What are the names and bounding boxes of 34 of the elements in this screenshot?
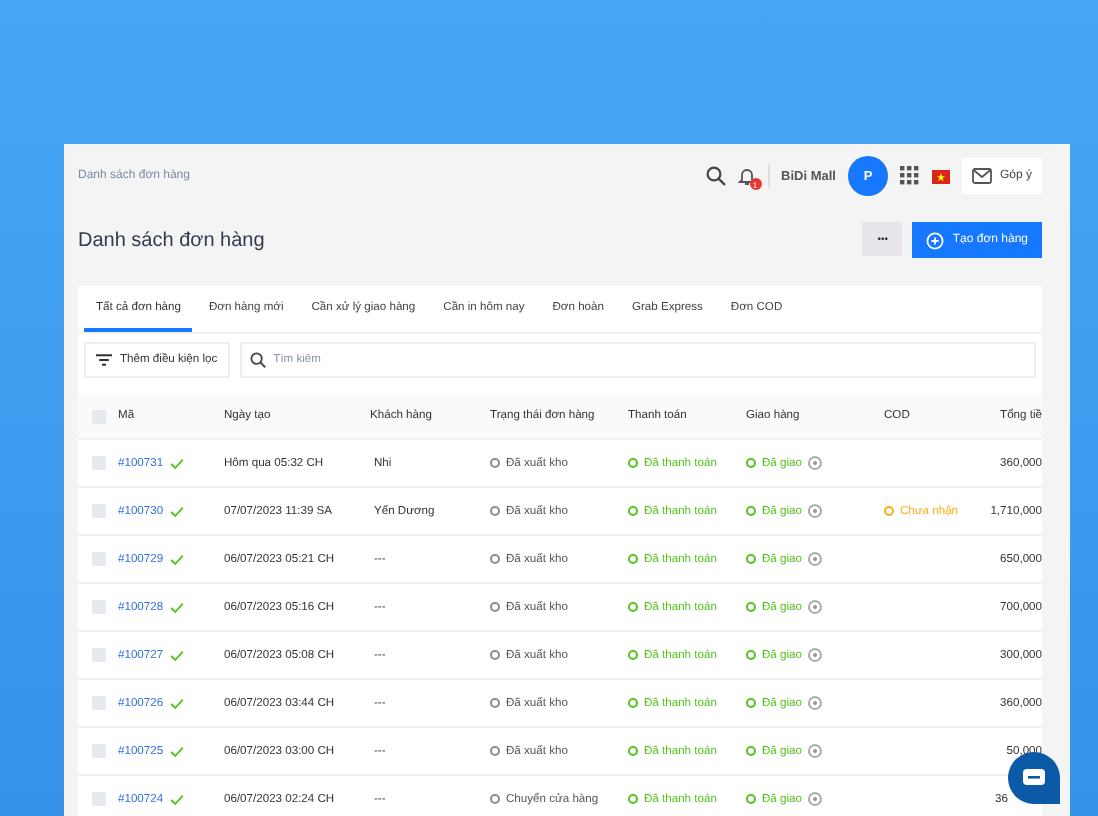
apps-grid-icon [899,166,920,186]
checkbox[interactable] [91,792,105,806]
mail-icon [971,168,992,184]
chat-icon [1022,768,1046,788]
check-icon [169,505,184,517]
info-icon [807,744,822,758]
checkbox[interactable] [91,744,105,758]
info-icon [807,600,822,614]
checkbox[interactable] [91,552,105,566]
check-icon [169,553,184,565]
info-icon [807,792,822,806]
check-icon [169,745,184,757]
check-icon [169,601,184,613]
info-icon [807,648,822,662]
page-title: Danh sách đơn hàng [78,229,265,251]
flag-icon [931,169,950,183]
check-icon [169,649,184,661]
check-icon [169,457,184,469]
info-icon [807,456,822,470]
bell-icon [737,166,756,186]
info-icon [807,552,822,566]
checkbox[interactable] [91,600,105,614]
checkbox[interactable] [91,648,105,662]
filter-icon [96,354,112,366]
info-icon [807,504,822,518]
checkbox[interactable] [91,696,105,710]
checkbox[interactable] [91,456,105,470]
checkbox[interactable] [91,504,105,518]
plus-circle-icon [926,231,945,249]
check-icon [169,793,184,805]
search-icon [249,352,266,368]
info-icon [807,696,822,710]
search-icon [705,166,726,186]
check-icon [169,697,184,709]
